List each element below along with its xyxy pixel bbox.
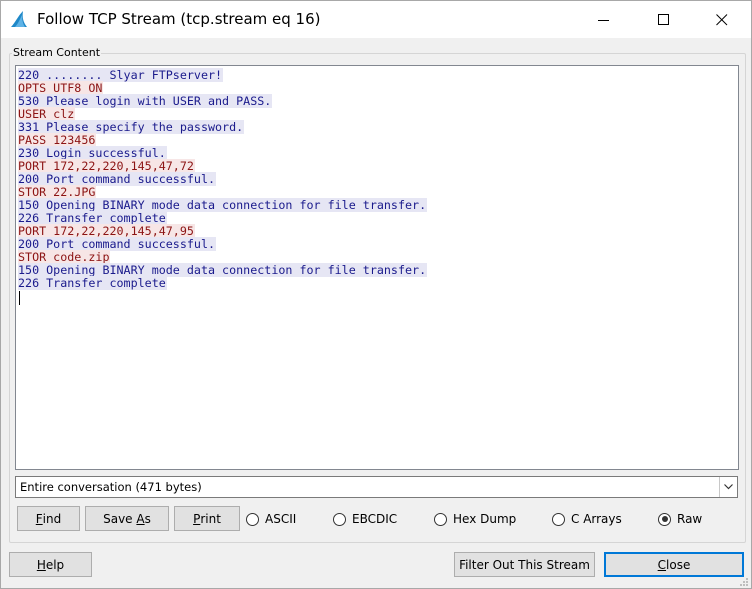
stream-line-server: 226 Transfer complete — [18, 276, 736, 290]
stream-line-text: STOR code.zip — [18, 250, 111, 264]
stream-line-text: PASS 123456 — [18, 133, 97, 147]
close-button[interactable]: Close — [604, 552, 744, 577]
radio-hex-dump-circle[interactable] — [434, 512, 447, 526]
radio-ascii-circle[interactable] — [246, 512, 259, 526]
stream-line-text: 226 Transfer complete — [18, 211, 167, 225]
stream-line-text: 226 Transfer complete — [18, 276, 167, 290]
stream-line-text: 150 Opening BINARY mode data connection … — [18, 263, 428, 277]
print-button[interactable]: Print — [174, 506, 240, 531]
stream-line-server: 331 Please specify the password. — [18, 120, 736, 134]
conversation-select[interactable]: Entire conversation (471 bytes) — [15, 476, 738, 498]
stream-line-text: 530 Please login with USER and PASS. — [18, 94, 273, 108]
close-icon — [716, 13, 728, 25]
close-window-button[interactable] — [699, 1, 745, 38]
stream-line-text: STOR 22.JPG — [18, 185, 97, 199]
stream-line-server: 200 Port command successful. — [18, 237, 736, 251]
stream-line-text: 200 Port command successful. — [18, 237, 217, 251]
radio-ascii-label: ASCII — [265, 512, 297, 526]
stream-line-text: PORT 172,22,220,145,47,72 — [18, 159, 195, 173]
stream-line-text: PORT 172,22,220,145,47,95 — [18, 224, 195, 238]
stream-line-server: 530 Please login with USER and PASS. — [18, 94, 736, 108]
stream-line-text: OPTS UTF8 ON — [18, 81, 104, 95]
save-as-button[interactable]: Save As — [85, 506, 169, 531]
wireshark-fin-icon — [9, 9, 29, 29]
stream-line-text: 230 Login successful. — [18, 146, 167, 160]
stream-line-text: 220 ........ Slyar FTPserver! — [18, 68, 224, 82]
minimize-icon — [598, 19, 609, 21]
chevron-down-icon[interactable] — [719, 477, 737, 497]
stream-line-server: 220 ........ Slyar FTPserver! — [18, 68, 736, 82]
radio-c-arrays-circle[interactable] — [552, 512, 565, 526]
find-button[interactable]: Find — [17, 506, 80, 531]
radio-ebcdic-circle[interactable] — [333, 512, 346, 526]
stream-text-area[interactable]: 220 ........ Slyar FTPserver! OPTS UTF8 O… — [15, 65, 739, 470]
radio-ascii[interactable]: ASCII — [246, 511, 296, 527]
resize-grip-icon[interactable] — [739, 576, 749, 586]
radio-raw[interactable]: Raw — [658, 511, 702, 527]
help-button[interactable]: Help — [9, 552, 92, 577]
stream-line-text: 200 Port command successful. — [18, 172, 217, 186]
stream-content-label: Stream Content — [12, 46, 102, 59]
radio-hex-dump[interactable]: Hex Dump — [434, 511, 516, 527]
stream-line-text: 150 Opening BINARY mode data connection … — [18, 198, 428, 212]
stream-line-text: 331 Please specify the password. — [18, 120, 245, 134]
maximize-icon — [658, 13, 669, 25]
window-title: Follow TCP Stream (tcp.stream eq 16) — [37, 10, 321, 28]
radio-raw-label: Raw — [677, 512, 703, 526]
title-bar[interactable]: Follow TCP Stream (tcp.stream eq 16) — [1, 1, 751, 38]
radio-c-arrays-label: C Arrays — [571, 512, 622, 526]
stream-line-server: 200 Port command successful. — [18, 172, 736, 186]
stream-line-text: USER clz — [18, 107, 76, 121]
text-caret — [19, 291, 20, 305]
radio-raw-circle[interactable] — [658, 512, 671, 526]
minimize-button[interactable] — [581, 1, 627, 38]
follow-tcp-stream-window: Follow TCP Stream (tcp.stream eq 16) Str… — [0, 0, 752, 589]
radio-hex-dump-label: Hex Dump — [453, 512, 517, 526]
radio-c-arrays[interactable]: C Arrays — [552, 511, 622, 527]
conversation-select-value: Entire conversation (471 bytes) — [20, 480, 202, 494]
radio-ebcdic[interactable]: EBCDIC — [333, 511, 397, 527]
maximize-button[interactable] — [641, 1, 687, 38]
filter-out-stream-button[interactable]: Filter Out This Stream — [454, 552, 595, 577]
radio-ebcdic-label: EBCDIC — [352, 512, 398, 526]
